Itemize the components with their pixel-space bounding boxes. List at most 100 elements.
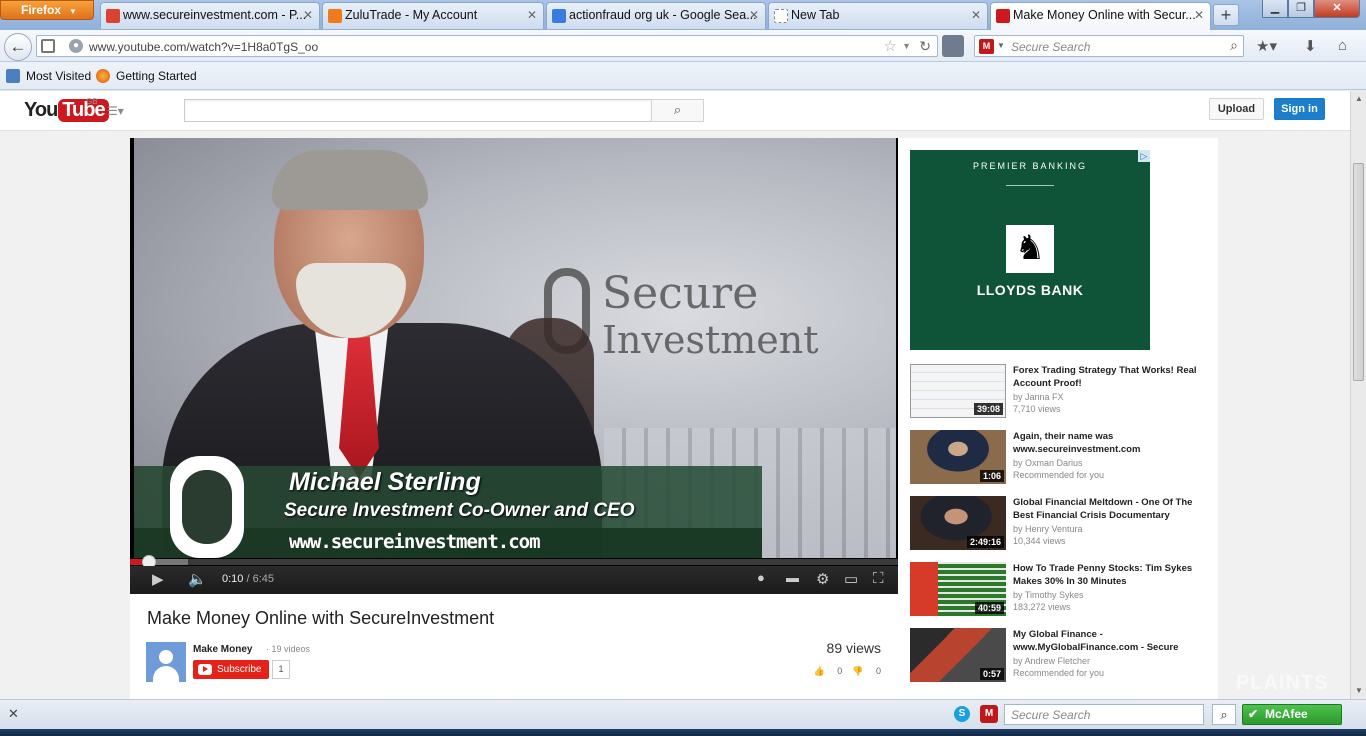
related-video[interactable]: 1:06 Again, their name was www.secureinv…: [910, 430, 1210, 486]
feed-icon[interactable]: [942, 35, 964, 57]
related-title[interactable]: My Global Finance - www.MyGlobalFinance.…: [1013, 629, 1209, 654]
dislike-button[interactable]: 👎 0: [852, 666, 881, 676]
scroll-down-icon[interactable]: ▼: [1351, 683, 1366, 699]
tab-favicon-icon: [328, 9, 342, 23]
site-identity-icon[interactable]: ●: [69, 39, 83, 53]
addon-search-input[interactable]: Secure Search: [1004, 704, 1204, 725]
tab-youtube-active[interactable]: Make Money Online with Secur... ✕: [990, 2, 1211, 30]
home-icon[interactable]: ⌂: [1338, 37, 1347, 54]
channel-avatar[interactable]: [146, 642, 186, 682]
address-bar[interactable]: ● www.youtube.com/watch?v=1H8a0TgS_oo ☆ …: [36, 35, 938, 57]
youtube-search-button[interactable]: ⌕: [651, 99, 704, 122]
skype-icon[interactable]: S: [954, 706, 970, 722]
ad-brand: LLOYDS BANK: [976, 282, 1084, 298]
upload-button[interactable]: Upload: [1209, 98, 1264, 120]
like-button[interactable]: 👍 0: [814, 666, 843, 676]
overlay-url: www.secureinvestment.com: [289, 531, 541, 553]
tab-zulutrade[interactable]: ZuluTrade - My Account ✕: [322, 2, 544, 29]
channel-name-link[interactable]: Make Money: [193, 644, 252, 655]
youtube-search-input[interactable]: [184, 99, 652, 122]
addon-bar: ✕ S M Secure Search ⌕ McAfee: [0, 699, 1366, 729]
scroll-up-icon[interactable]: ▲: [1351, 91, 1366, 107]
youtube-page: You Tube GB ☰▾ ⌕ Upload Sign in Secure In…: [0, 91, 1350, 699]
bookmark-getting-started[interactable]: Getting Started: [96, 69, 197, 83]
progress-bar[interactable]: [130, 555, 898, 569]
bookmark-star-icon[interactable]: ☆: [884, 37, 897, 55]
related-title[interactable]: How To Trade Penny Stocks: Tim Sykes Mak…: [1013, 563, 1209, 588]
tab-groups-icon[interactable]: [41, 39, 55, 53]
firefox-menu-button[interactable]: Firefox ▼: [0, 0, 94, 20]
browser-search-box[interactable]: M ▼ Secure Search ⌕: [974, 35, 1244, 57]
subscribe-button[interactable]: Subscribe: [193, 660, 269, 679]
channel-video-count[interactable]: · 19 videos: [266, 644, 310, 654]
sign-in-button[interactable]: Sign in: [1274, 98, 1325, 120]
tab-close-icon[interactable]: ✕: [749, 8, 759, 22]
related-thumbnail[interactable]: 39:08: [910, 364, 1006, 418]
watch-sidebar: PREMIER BANKING LLOYDS BANK ▷ 39:08 Fore…: [898, 138, 1218, 699]
bookmark-most-visited[interactable]: Most Visited: [6, 69, 91, 83]
tab-close-icon[interactable]: ✕: [971, 8, 981, 22]
tab-title: actionfraud org uk - Google Sea...: [569, 8, 757, 22]
related-channel: by Oxman Darius: [1013, 458, 1083, 468]
search-engine-dropdown-icon[interactable]: ▼: [997, 41, 1005, 50]
folder-icon: [6, 69, 20, 83]
lower-third-logo: [170, 456, 244, 558]
related-video[interactable]: 2:49:16 Global Financial Meltdown - One …: [910, 496, 1210, 552]
tab-new-tab[interactable]: New Tab ✕: [768, 2, 988, 29]
related-thumbnail[interactable]: 0:57: [910, 628, 1006, 682]
video-frame[interactable]: Secure Investment www.secureinvestment.c…: [134, 138, 896, 558]
related-video[interactable]: 40:59 How To Trade Penny Stocks: Tim Syk…: [910, 562, 1210, 618]
tab-google-search[interactable]: actionfraud org uk - Google Sea... ✕: [546, 2, 766, 29]
tab-secureinvestment[interactable]: www.secureinvestment.com - P... ✕: [100, 2, 320, 29]
url-text[interactable]: www.youtube.com/watch?v=1H8a0TgS_oo: [89, 40, 318, 54]
settings-gear-icon[interactable]: ⚙: [816, 570, 829, 588]
duration: 6:45: [252, 573, 275, 585]
mcafee-shield-icon: M: [979, 39, 994, 54]
overlay-role: Secure Investment Co-Owner and CEO: [284, 500, 635, 521]
related-title[interactable]: Global Financial Meltdown - One Of The B…: [1013, 497, 1209, 522]
theater-mode-icon[interactable]: ▭: [844, 570, 858, 588]
lloyds-bank-ad[interactable]: PREMIER BANKING LLOYDS BANK ▷: [910, 150, 1150, 350]
captions-icon[interactable]: ▬: [786, 570, 799, 585]
mcafee-status-button[interactable]: McAfee: [1242, 704, 1342, 725]
scrollbar-thumb[interactable]: [1353, 163, 1364, 381]
related-thumbnail[interactable]: 1:06: [910, 430, 1006, 484]
youtube-logo[interactable]: You Tube GB: [24, 97, 109, 123]
adchoices-icon[interactable]: ▷: [1138, 150, 1150, 162]
window-close-button[interactable]: ✕: [1314, 0, 1360, 18]
play-icon[interactable]: ▶: [152, 570, 164, 588]
video-player[interactable]: Secure Investment www.secureinvestment.c…: [130, 138, 898, 594]
wall-logo-word2: Investment: [602, 318, 819, 362]
related-thumbnail[interactable]: 2:49:16: [910, 496, 1006, 550]
screen: Firefox ▼ www.secureinvestment.com - P...…: [0, 0, 1366, 736]
bookmark-label: Most Visited: [26, 69, 92, 83]
page-scrollbar[interactable]: ▲ ▼: [1350, 91, 1366, 699]
related-channel: by Henry Ventura: [1013, 524, 1083, 534]
back-button[interactable]: ←: [4, 33, 32, 61]
minimize-button[interactable]: ▁: [1262, 0, 1288, 18]
like-count: 0: [837, 666, 843, 676]
guide-menu-icon[interactable]: ☰▾: [107, 104, 124, 118]
mcafee-shield-icon[interactable]: M: [980, 705, 998, 723]
subscriber-count: 1: [272, 660, 290, 679]
related-video[interactable]: 0:57 My Global Finance - www.MyGlobalFin…: [910, 628, 1210, 684]
tab-close-icon[interactable]: ✕: [527, 8, 537, 22]
addon-search-button[interactable]: ⌕: [1212, 704, 1236, 725]
related-title[interactable]: Forex Trading Strategy That Works! Real …: [1013, 365, 1209, 390]
volume-icon[interactable]: 🔈: [188, 570, 207, 588]
reload-icon[interactable]: ↻: [919, 38, 931, 55]
close-addon-bar-icon[interactable]: ✕: [8, 706, 19, 722]
related-video[interactable]: 39:08 Forex Trading Strategy That Works!…: [910, 364, 1210, 420]
history-dropdown-icon[interactable]: ▼: [902, 41, 911, 51]
tab-close-icon[interactable]: ✕: [1194, 8, 1204, 22]
search-icon[interactable]: ⌕: [1230, 37, 1238, 54]
maximize-button[interactable]: ❐: [1288, 0, 1314, 18]
bookmarks-menu-icon[interactable]: ★▾: [1256, 37, 1277, 55]
downloads-icon[interactable]: ⬇: [1304, 37, 1317, 55]
fullscreen-icon[interactable]: ⛶: [873, 570, 884, 587]
new-tab-button[interactable]: +: [1213, 4, 1239, 26]
related-thumbnail[interactable]: 40:59: [910, 562, 1006, 616]
tab-close-icon[interactable]: ✕: [303, 8, 313, 22]
watch-later-icon[interactable]: ●: [757, 570, 765, 585]
related-title[interactable]: Again, their name was www.secureinvestme…: [1013, 431, 1209, 456]
